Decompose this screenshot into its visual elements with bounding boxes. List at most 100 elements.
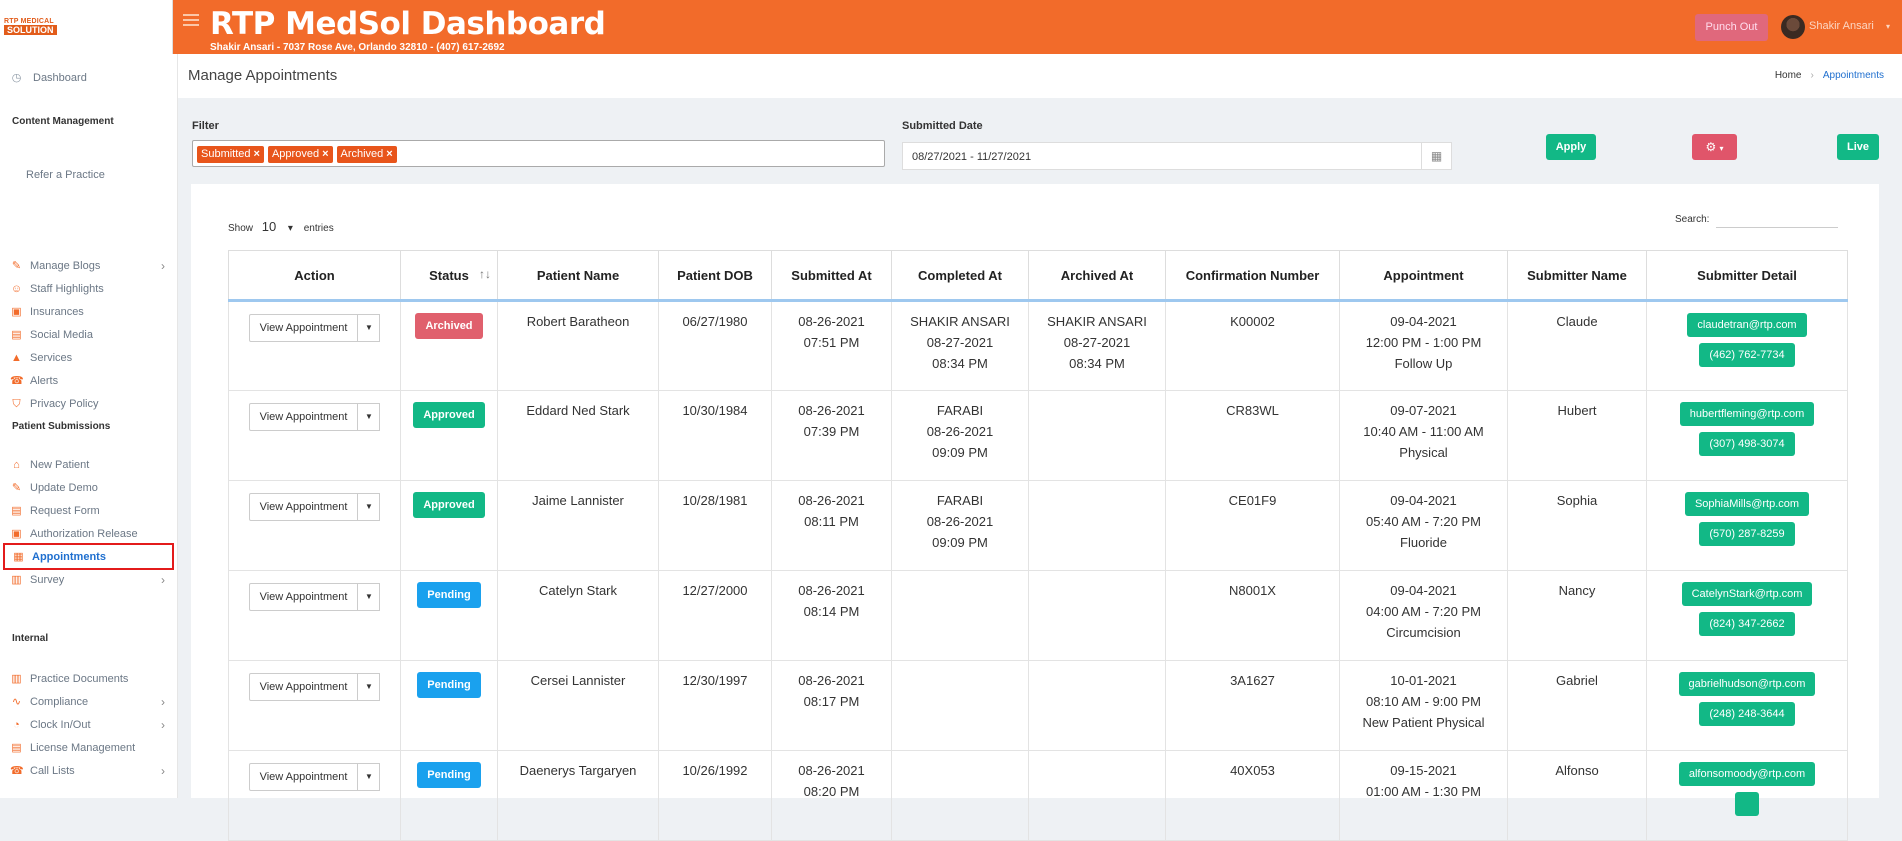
archived-at: [1028, 750, 1166, 841]
sidebar-item-request-form[interactable]: ▤ Request Form: [10, 500, 175, 522]
sidebar-item-alerts[interactable]: ☎ Alerts: [10, 370, 175, 392]
filter-multiselect[interactable]: Submitted × Approved × Archived ×: [192, 140, 885, 167]
search-input[interactable]: [1716, 210, 1838, 228]
submitter-phone[interactable]: (248) 248-3644: [1699, 702, 1795, 726]
submitter-phone[interactable]: (462) 762-7734: [1699, 343, 1795, 367]
chevron-right-icon[interactable]: ›: [161, 255, 165, 277]
appointments-card: Show 10 ▾ entries Search: Action Status ↑↓…: [191, 184, 1879, 841]
chevron-right-icon[interactable]: ›: [161, 691, 165, 713]
page-length-select[interactable]: 10 ▾: [262, 219, 293, 234]
remove-tag-icon[interactable]: ×: [254, 148, 260, 160]
search-label: Search:: [1675, 214, 1710, 225]
sidebar-item-practice-documents[interactable]: ▥ Practice Documents: [10, 668, 175, 690]
filter-tag[interactable]: Archived ×: [336, 146, 397, 163]
chevron-right-icon[interactable]: ›: [161, 714, 165, 736]
sidebar-item-dashboard[interactable]: ◷ Dashboard: [10, 67, 175, 89]
filter-tag[interactable]: Submitted ×: [197, 146, 264, 163]
sidebar-item-license-management[interactable]: ▤ License Management: [10, 737, 175, 759]
view-appointment-button[interactable]: View Appointment: [248, 583, 359, 611]
submitter-email[interactable]: gabrielhudson@rtp.com: [1678, 672, 1816, 696]
view-appointment-button[interactable]: View Appointment: [248, 763, 359, 791]
avatar[interactable]: [1781, 15, 1805, 39]
column-header[interactable]: Patient Name: [497, 250, 659, 302]
column-header[interactable]: Archived At: [1028, 250, 1166, 302]
table-row: View Appointment ▼ Pending Catelyn Stark 12/…: [228, 570, 1848, 661]
breadcrumb-home[interactable]: Home: [1775, 70, 1802, 81]
view-appointment-button[interactable]: View Appointment: [248, 493, 359, 521]
apply-button[interactable]: Apply: [1546, 134, 1596, 160]
live-button[interactable]: Live: [1837, 134, 1879, 160]
view-appointment-button[interactable]: View Appointment: [248, 673, 359, 701]
punch-out-button[interactable]: Punch Out: [1695, 14, 1768, 41]
confirmation-number: K00002: [1230, 314, 1275, 329]
view-appointment-button[interactable]: View Appointment: [248, 314, 359, 342]
chevron-down-icon[interactable]: ▼: [358, 403, 381, 431]
submitter-email[interactable]: hubertfleming@rtp.com: [1679, 402, 1815, 426]
column-header[interactable]: Action: [228, 250, 401, 302]
appointment-info: 09-04-2021 05:40 AM - 7:20 PM Fluoride: [1339, 480, 1508, 571]
chevron-right-icon[interactable]: ›: [161, 569, 165, 591]
chevron-down-icon[interactable]: ▼: [358, 493, 381, 521]
submitter-name: Claude: [1556, 314, 1598, 329]
date-range-value: 08/27/2021 - 11/27/2021: [912, 151, 1032, 163]
submitter-email[interactable]: alfonsomoody@rtp.com: [1678, 762, 1816, 786]
completed-at: FARABI 08-26-2021 09:09 PM: [891, 390, 1029, 481]
action-group: View Appointment ▼: [248, 403, 381, 431]
confirmation-number: N8001X: [1229, 583, 1276, 598]
column-header[interactable]: Appointment: [1339, 250, 1508, 302]
remove-tag-icon[interactable]: ×: [386, 148, 392, 160]
filter-tag[interactable]: Approved ×: [267, 146, 333, 163]
survey-icon: ▥: [11, 574, 22, 586]
column-header[interactable]: Status ↑↓: [400, 250, 498, 302]
submitter-phone[interactable]: (570) 287-8259: [1699, 522, 1795, 546]
sidebar-item-update-demo[interactable]: ✎ Update Demo: [10, 477, 175, 499]
column-header[interactable]: Patient DOB: [658, 250, 772, 302]
chevron-down-icon[interactable]: ▾: [1886, 22, 1890, 31]
sidebar-item-insurances[interactable]: ▣ Insurances: [10, 301, 175, 323]
sidebar-item-call-lists[interactable]: ☎ Call Lists ›: [10, 760, 175, 782]
chevron-down-icon[interactable]: ▼: [358, 763, 381, 791]
status-badge: Pending: [417, 582, 481, 608]
sidebar-item-services[interactable]: ▲ Services: [10, 347, 175, 369]
submitter-phone[interactable]: (824) 347-2662: [1699, 612, 1795, 636]
column-header[interactable]: Submitter Name: [1507, 250, 1647, 302]
sidebar-item-refer-practice[interactable]: Refer a Practice: [10, 164, 175, 186]
page-length-control: Show 10 ▾ entries: [228, 219, 334, 234]
sidebar-item-authorization-release[interactable]: ▣ Authorization Release: [10, 523, 175, 545]
submitter-phone[interactable]: (307) 498-3074: [1699, 432, 1795, 456]
submitter-email[interactable]: claudetran@rtp.com: [1687, 313, 1807, 337]
remove-tag-icon[interactable]: ×: [322, 148, 328, 160]
user-name[interactable]: Shakir Ansari: [1809, 20, 1874, 32]
sidebar-item-clock-in-out[interactable]: ◔ Clock In/Out ›: [10, 714, 175, 736]
sidebar-item-compliance[interactable]: ∿ Compliance ›: [10, 691, 175, 713]
update-icon: ✎: [11, 482, 22, 494]
column-header[interactable]: Submitter Detail: [1646, 250, 1848, 302]
alert-icon: ☎: [10, 375, 24, 387]
chevron-down-icon[interactable]: ▼: [358, 673, 381, 701]
view-appointment-button[interactable]: View Appointment: [248, 403, 359, 431]
submitter-phone[interactable]: [1735, 792, 1759, 816]
sidebar-item-staff-highlights[interactable]: ☺ Staff Highlights: [10, 278, 175, 300]
chevron-down-icon[interactable]: ▼: [358, 314, 381, 342]
sidebar-item-appointments[interactable]: ▦ Appointments: [3, 543, 174, 570]
settings-dropdown-button[interactable]: ⚙ ▾: [1692, 134, 1737, 160]
calendar-icon[interactable]: ▦: [1421, 143, 1451, 169]
sidebar-item-social-media[interactable]: ▤ Social Media: [10, 324, 175, 346]
chevron-down-icon[interactable]: ▼: [358, 583, 381, 611]
chevron-right-icon[interactable]: ›: [161, 760, 165, 782]
date-range-input[interactable]: 08/27/2021 - 11/27/2021 ▦: [902, 142, 1452, 170]
sidebar-item-survey[interactable]: ▥ Survey ›: [10, 569, 175, 591]
sidebar-item-privacy-policy[interactable]: ⛉ Privacy Policy: [10, 393, 175, 415]
sidebar-item-manage-blogs[interactable]: ✎ Manage Blogs ›: [10, 255, 175, 277]
brand-logo[interactable]: RTP MEDICAL SOLUTION: [0, 0, 173, 54]
column-header[interactable]: Confirmation Number: [1165, 250, 1340, 302]
submitter-email[interactable]: SophiaMills@rtp.com: [1684, 492, 1810, 516]
column-header[interactable]: Submitted At: [771, 250, 892, 302]
table-row: View Appointment ▼ Pending Daenerys Targary…: [228, 750, 1848, 841]
menu-toggle-icon[interactable]: [183, 14, 199, 28]
submitter-email[interactable]: CatelynStark@rtp.com: [1681, 582, 1813, 606]
sort-icon[interactable]: ↑↓: [479, 267, 491, 281]
column-header[interactable]: Completed At: [891, 250, 1029, 302]
date-label: Submitted Date: [902, 120, 983, 132]
sidebar-item-new-patient[interactable]: ⌂ New Patient: [10, 454, 175, 476]
